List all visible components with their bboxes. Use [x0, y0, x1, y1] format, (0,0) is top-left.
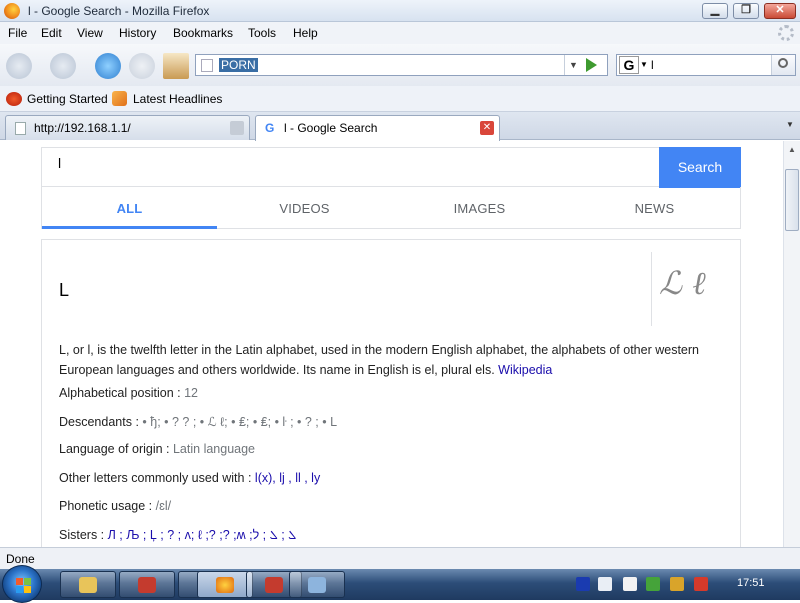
- menu-history[interactable]: History: [119, 26, 156, 40]
- minimize-button[interactable]: ▁: [702, 3, 728, 19]
- firefox-icon: [4, 3, 20, 19]
- menu-bar: File Edit View History Bookmarks Tools H…: [0, 22, 800, 44]
- status-text: Done: [6, 552, 35, 566]
- active-tab-indicator: [42, 226, 217, 229]
- card-divider: [651, 252, 652, 326]
- card-description: L, or l, is the twelfth letter in the La…: [59, 343, 699, 377]
- wikipedia-link[interactable]: Wikipedia: [498, 363, 552, 377]
- card-title: L: [59, 280, 70, 300]
- fact-row: Language of origin : Latin language: [59, 442, 256, 456]
- flag-icon[interactable]: [623, 577, 637, 591]
- tab-all[interactable]: ALL: [42, 201, 217, 216]
- google-search-box[interactable]: l Search: [41, 147, 741, 188]
- fact-row: Alphabetical position : 12: [59, 386, 198, 400]
- bookmarks-toolbar: Getting Started Latest Headlines: [0, 86, 800, 112]
- taskbar-app[interactable]: [289, 571, 345, 598]
- window-title: l - Google Search - Mozilla Firefox: [28, 4, 210, 18]
- page-icon: [201, 59, 213, 72]
- google-tabs: ALL VIDEOS IMAGES NEWS: [41, 187, 741, 229]
- taskbar-app[interactable]: [119, 571, 175, 598]
- folder-icon: [79, 577, 97, 593]
- card-glyph-image: ℒ ℓ: [659, 264, 706, 302]
- app-icon: [265, 577, 283, 593]
- status-bar: Done: [0, 547, 800, 569]
- close-tab-icon[interactable]: ✕: [480, 121, 494, 135]
- menu-view[interactable]: View: [77, 26, 103, 40]
- google-icon: G: [265, 121, 275, 135]
- tab-strip: http://192.168.1.1/ G l - Google Search …: [0, 112, 800, 141]
- taskbar-explorer[interactable]: [60, 571, 116, 598]
- home-icon[interactable]: [163, 53, 189, 79]
- system-tray: [568, 571, 800, 598]
- stop-icon[interactable]: [129, 53, 155, 79]
- firefox-icon: [6, 92, 22, 106]
- google-search-button[interactable]: Search: [659, 147, 741, 188]
- search-bar-text: l: [651, 58, 654, 72]
- fact-row: Other letters commonly used with : l(x),…: [59, 471, 321, 485]
- firefox-icon: [216, 577, 234, 593]
- volume-muted-icon[interactable]: [694, 577, 708, 591]
- bookmark-latest-headlines[interactable]: Latest Headlines: [133, 92, 222, 106]
- close-button[interactable]: ✕: [764, 3, 796, 19]
- back-icon[interactable]: [6, 53, 32, 79]
- taskbar: 17:51: [0, 565, 800, 603]
- tab-router[interactable]: http://192.168.1.1/: [5, 115, 250, 140]
- rss-icon: [112, 91, 127, 106]
- url-field[interactable]: PORN ▼: [195, 54, 608, 76]
- url-text: PORN: [219, 58, 258, 72]
- tab-videos[interactable]: VIDEOS: [217, 201, 392, 216]
- tab-google-search[interactable]: G l - Google Search ✕: [255, 115, 500, 141]
- fact-row: Sisters : Л ; Љ ; Ļ ; ? ; ʌ; ℓ ;? ;? ;ʍ …: [59, 528, 297, 542]
- scrollbar-thumb[interactable]: [785, 169, 799, 231]
- window-icon: [308, 577, 326, 593]
- google-search-input[interactable]: l: [58, 155, 61, 171]
- language-icon[interactable]: [576, 577, 590, 591]
- vertical-scrollbar[interactable]: ▲: [783, 141, 800, 547]
- scroll-up-icon[interactable]: ▲: [788, 145, 796, 154]
- menu-help[interactable]: Help: [293, 26, 318, 40]
- forward-icon[interactable]: [50, 53, 76, 79]
- clock[interactable]: 17:51: [737, 577, 765, 589]
- search-bar[interactable]: G ▼ l: [616, 54, 796, 76]
- menu-bookmarks[interactable]: Bookmarks: [173, 26, 233, 40]
- menu-tools[interactable]: Tools: [248, 26, 276, 40]
- power-icon[interactable]: [670, 577, 684, 591]
- menu-file[interactable]: File: [8, 26, 27, 40]
- engine-dropdown-icon[interactable]: ▼: [640, 60, 648, 69]
- knowledge-card: L ℒ ℓ L, or l, is the twelfth letter in …: [41, 239, 741, 547]
- bookmark-getting-started[interactable]: Getting Started: [27, 92, 108, 106]
- start-button[interactable]: [2, 565, 42, 603]
- page-viewport: l Search ALL VIDEOS IMAGES NEWS L ℒ ℓ L,…: [0, 141, 783, 547]
- app-icon: [138, 577, 156, 593]
- maximize-button[interactable]: ❐: [733, 3, 759, 19]
- page-icon: [15, 122, 26, 135]
- tab-list-icon[interactable]: ▼: [786, 120, 794, 129]
- tab-images[interactable]: IMAGES: [392, 201, 567, 216]
- window-titlebar: l - Google Search - Mozilla Firefox ▁ ❐ …: [0, 0, 800, 22]
- menu-edit[interactable]: Edit: [41, 26, 62, 40]
- search-engine-icon[interactable]: G: [619, 56, 639, 74]
- taskbar-firefox[interactable]: [197, 571, 253, 598]
- throbber-icon: [778, 25, 794, 41]
- go-icon[interactable]: [586, 58, 597, 72]
- fact-row: Phonetic usage : /ɛl/: [59, 499, 172, 513]
- document-icon[interactable]: [598, 577, 612, 591]
- fact-row: Descendants : • ђ; • ? ? ; • ℒ ℓ; • ₤; •…: [59, 415, 338, 429]
- search-icon[interactable]: [771, 55, 795, 75]
- tab-news[interactable]: NEWS: [567, 201, 742, 216]
- reload-icon[interactable]: [95, 53, 121, 79]
- close-tab-icon[interactable]: [230, 121, 244, 135]
- url-dropdown-icon[interactable]: ▼: [564, 55, 582, 75]
- security-icon[interactable]: [646, 577, 660, 591]
